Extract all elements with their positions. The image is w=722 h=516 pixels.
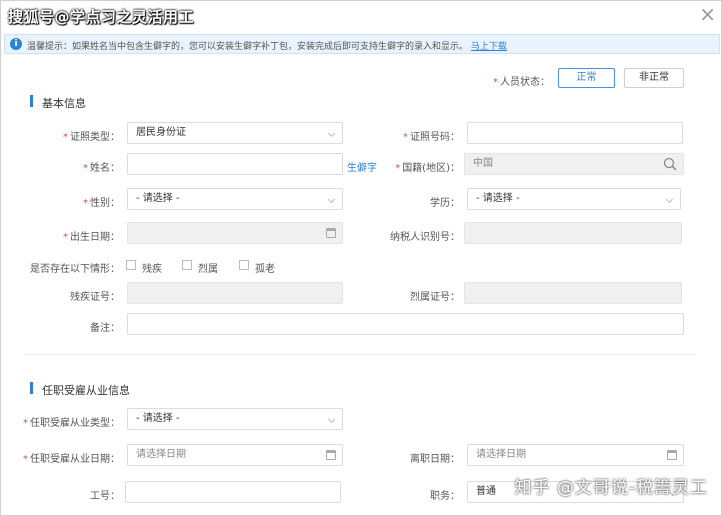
disability-no-label: 残疾证号： (70, 292, 120, 303)
education-label: 学历： (430, 198, 460, 209)
nationality-input[interactable]: 中国 (464, 153, 684, 175)
search-icon[interactable] (663, 157, 677, 171)
name-label: * 姓名： (83, 163, 120, 174)
martyr-family-checkbox[interactable] (182, 260, 192, 270)
status-abnormal-button[interactable]: 非正常 (624, 68, 684, 88)
leave-date-label: 离职日期： (410, 454, 460, 465)
section-divider (24, 354, 696, 355)
martyr-no-input[interactable] (464, 282, 682, 304)
watermark-bottom: 知乎 @文哥说-税籌灵工 (514, 478, 708, 498)
martyr-no-label: 烈属证号： (410, 292, 460, 303)
close-icon[interactable]: × (699, 4, 716, 24)
id-number-input[interactable] (467, 122, 683, 144)
nationality-label: * 国籍(地区)： (395, 163, 460, 174)
taxpayer-id-label: 纳税人识别号： (390, 232, 460, 243)
notice-text: 温馨提示：如果姓名当中包含生僻字的，您可以安装生僻字补丁包，安装完成后即可支持生… (27, 39, 507, 52)
remark-input[interactable] (127, 313, 684, 335)
martyr-family-checkbox-label: 烈属 (198, 264, 218, 275)
id-type-select[interactable]: 居民身份证 (127, 122, 343, 144)
employment-type-label: * 任职受雇从业类型： (23, 418, 120, 429)
calendar-icon (326, 228, 336, 238)
id-type-label: * 证照类型： (63, 132, 120, 143)
job-number-input[interactable] (125, 481, 341, 503)
lonely-elderly-checkbox[interactable] (239, 260, 249, 270)
section-marker (30, 95, 33, 107)
basic-info-title: 基本信息 (42, 97, 86, 110)
disability-no-input[interactable] (127, 282, 343, 304)
disabled-checkbox[interactable] (126, 260, 136, 270)
chevron-down-icon (665, 195, 674, 204)
gender-label: * 性别： (83, 198, 120, 209)
taxpayer-id-input[interactable] (464, 222, 682, 244)
employment-date-label: * 任职受雇从业日期： (23, 454, 120, 465)
disabled-checkbox-label: 残疾 (142, 264, 162, 275)
lonely-elderly-checkbox-label: 孤老 (255, 264, 275, 275)
birth-date-input[interactable] (127, 222, 343, 244)
chevron-down-icon (327, 129, 336, 138)
notice-bar: i 温馨提示：如果姓名当中包含生僻字的，您可以安装生僻字补丁包，安装完成后即可支… (4, 34, 720, 54)
download-link[interactable]: 马上下载 (471, 42, 507, 52)
name-input[interactable] (127, 153, 343, 175)
status-label: * 人员状态： (493, 77, 550, 88)
remark-label: 备注： (90, 323, 120, 334)
employment-type-select[interactable]: - 请选择 - (127, 408, 343, 430)
employment-info-title: 任职受雇从业信息 (42, 384, 130, 397)
education-select[interactable]: - 请选择 - (467, 188, 681, 210)
job-number-label: 工号： (90, 491, 120, 502)
notice-message: 温馨提示：如果姓名当中包含生僻字的，您可以安装生僻字补丁包，安装完成后即可支持生… (27, 42, 469, 52)
situation-label: 是否存在以下情形： (30, 264, 120, 275)
birth-label: * 出生日期： (63, 232, 120, 243)
gender-select[interactable]: - 请选择 - (127, 188, 343, 210)
calendar-icon (326, 450, 336, 460)
watermark-top: 搜狐号@学点习之灵活用工 (8, 8, 195, 26)
calendar-icon (667, 450, 677, 460)
info-icon: i (10, 38, 22, 50)
id-number-label: * 证照号码： (403, 132, 460, 143)
leave-date-input[interactable]: 请选择日期 (467, 444, 684, 466)
chevron-down-icon (327, 415, 336, 424)
section-marker (30, 382, 33, 394)
employment-date-input[interactable]: 请选择日期 (127, 444, 343, 466)
position-label: 职务： (430, 491, 460, 502)
chevron-down-icon (327, 195, 336, 204)
rare-char-link[interactable]: 生僻字 (347, 159, 377, 174)
status-normal-button[interactable]: 正常 (558, 68, 615, 88)
